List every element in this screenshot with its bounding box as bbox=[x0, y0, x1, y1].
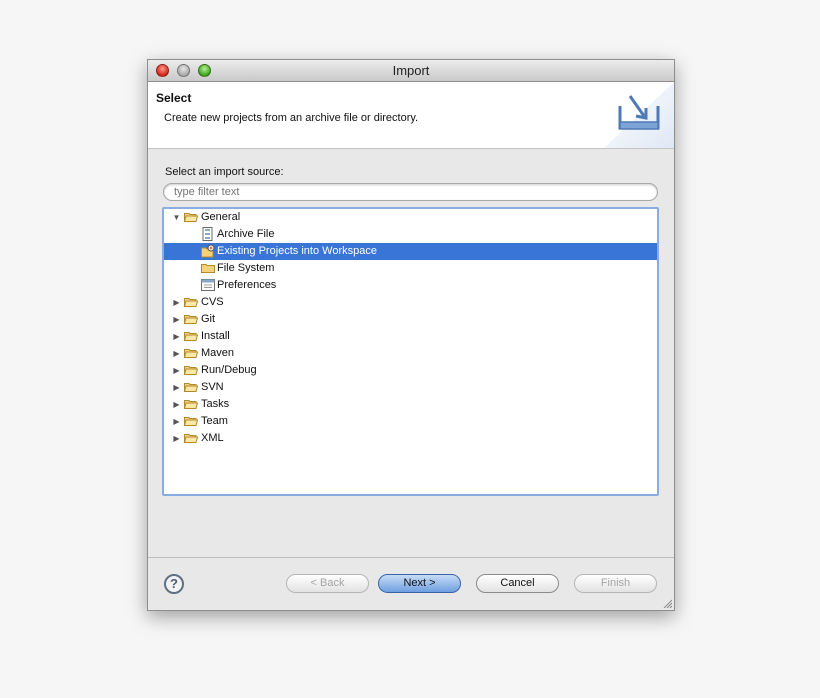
tree-item-label: Preferences bbox=[217, 279, 277, 291]
tree-item-label: CVS bbox=[201, 296, 224, 308]
tree-item-archive-file[interactable]: Archive File bbox=[164, 226, 657, 243]
tree-item-label: Team bbox=[201, 415, 228, 427]
collapsed-arrow-icon[interactable]: ▶ bbox=[172, 294, 181, 311]
tree-item-label: SVN bbox=[201, 381, 224, 393]
import-source-tree[interactable]: ▼ General Archive File Existing Projects… bbox=[162, 207, 659, 496]
back-button[interactable]: < Back bbox=[286, 574, 369, 593]
folder-icon bbox=[184, 332, 198, 341]
tree-item-label: XML bbox=[201, 432, 224, 444]
tree-item-cvs[interactable]: ▶ CVS bbox=[164, 294, 657, 311]
collapsed-arrow-icon[interactable]: ▶ bbox=[172, 379, 181, 396]
tree-item-maven[interactable]: ▶ Maven bbox=[164, 345, 657, 362]
tree-item-tasks[interactable]: ▶ Tasks bbox=[164, 396, 657, 413]
import-dialog: Import Select Create new projects from a… bbox=[147, 59, 675, 611]
folder-icon bbox=[184, 417, 198, 426]
collapsed-arrow-icon[interactable]: ▶ bbox=[172, 328, 181, 345]
folder-icon bbox=[184, 383, 198, 392]
tree-item-label: Tasks bbox=[201, 398, 230, 410]
title-bar[interactable]: Import bbox=[148, 60, 674, 82]
expanded-arrow-icon[interactable]: ▼ bbox=[172, 209, 181, 226]
tree-item-label: Run/Debug bbox=[201, 364, 257, 376]
import-source-label: Select an import source: bbox=[165, 166, 284, 178]
import-wizard-icon bbox=[604, 82, 674, 148]
tree-item-preferences[interactable]: Preferences bbox=[164, 277, 657, 294]
cancel-button[interactable]: Cancel bbox=[476, 574, 559, 593]
existing-projects-icon bbox=[201, 244, 215, 258]
finish-button[interactable]: Finish bbox=[574, 574, 657, 593]
archive-file-icon bbox=[202, 227, 213, 241]
folder-icon bbox=[201, 264, 215, 273]
collapsed-arrow-icon[interactable]: ▶ bbox=[172, 396, 181, 413]
folder-icon bbox=[184, 349, 198, 358]
collapsed-arrow-icon[interactable]: ▶ bbox=[172, 413, 181, 430]
folder-icon bbox=[184, 298, 198, 307]
tree-item-team[interactable]: ▶ Team bbox=[164, 413, 657, 430]
tree-item-label: Archive File bbox=[217, 228, 275, 240]
tree-item-git[interactable]: ▶ Git bbox=[164, 311, 657, 328]
tree-item-general[interactable]: ▼ General bbox=[164, 209, 657, 226]
collapsed-arrow-icon[interactable]: ▶ bbox=[172, 345, 181, 362]
footer-divider bbox=[148, 557, 674, 558]
tree-item-label: Git bbox=[201, 313, 216, 325]
folder-icon bbox=[184, 366, 198, 375]
next-button[interactable]: Next > bbox=[378, 574, 461, 593]
folder-icon bbox=[184, 434, 198, 443]
folder-icon bbox=[184, 315, 198, 324]
tree-item-file-system[interactable]: File System bbox=[164, 260, 657, 277]
collapsed-arrow-icon[interactable]: ▶ bbox=[172, 311, 181, 328]
window-title: Import bbox=[392, 63, 430, 78]
tree-item-run-debug[interactable]: ▶ Run/Debug bbox=[164, 362, 657, 379]
page-description: Create new projects from an archive file… bbox=[164, 112, 419, 124]
preferences-icon bbox=[201, 279, 215, 291]
folder-open-icon bbox=[184, 213, 198, 222]
tree-item-label: Install bbox=[201, 330, 230, 342]
wizard-header: Select Create new projects from an archi… bbox=[148, 82, 674, 149]
tree-item-label: Existing Projects into Workspace bbox=[217, 245, 377, 257]
collapsed-arrow-icon[interactable]: ▶ bbox=[172, 430, 181, 447]
tree-item-label: General bbox=[201, 211, 241, 223]
folder-icon bbox=[184, 400, 198, 409]
tree-item-install[interactable]: ▶ Install bbox=[164, 328, 657, 345]
tree-item-existing-projects[interactable]: Existing Projects into Workspace bbox=[164, 243, 657, 260]
page-title: Select bbox=[156, 91, 192, 105]
tree-item-label: Maven bbox=[201, 347, 235, 359]
tree-item-svn[interactable]: ▶ SVN bbox=[164, 379, 657, 396]
tree-item-label: File System bbox=[217, 262, 275, 274]
filter-input[interactable] bbox=[163, 183, 658, 201]
collapsed-arrow-icon[interactable]: ▶ bbox=[172, 362, 181, 379]
resize-grip-icon[interactable] bbox=[662, 598, 672, 608]
help-button[interactable]: ? bbox=[164, 574, 184, 594]
tree-item-xml[interactable]: ▶ XML bbox=[164, 430, 657, 447]
